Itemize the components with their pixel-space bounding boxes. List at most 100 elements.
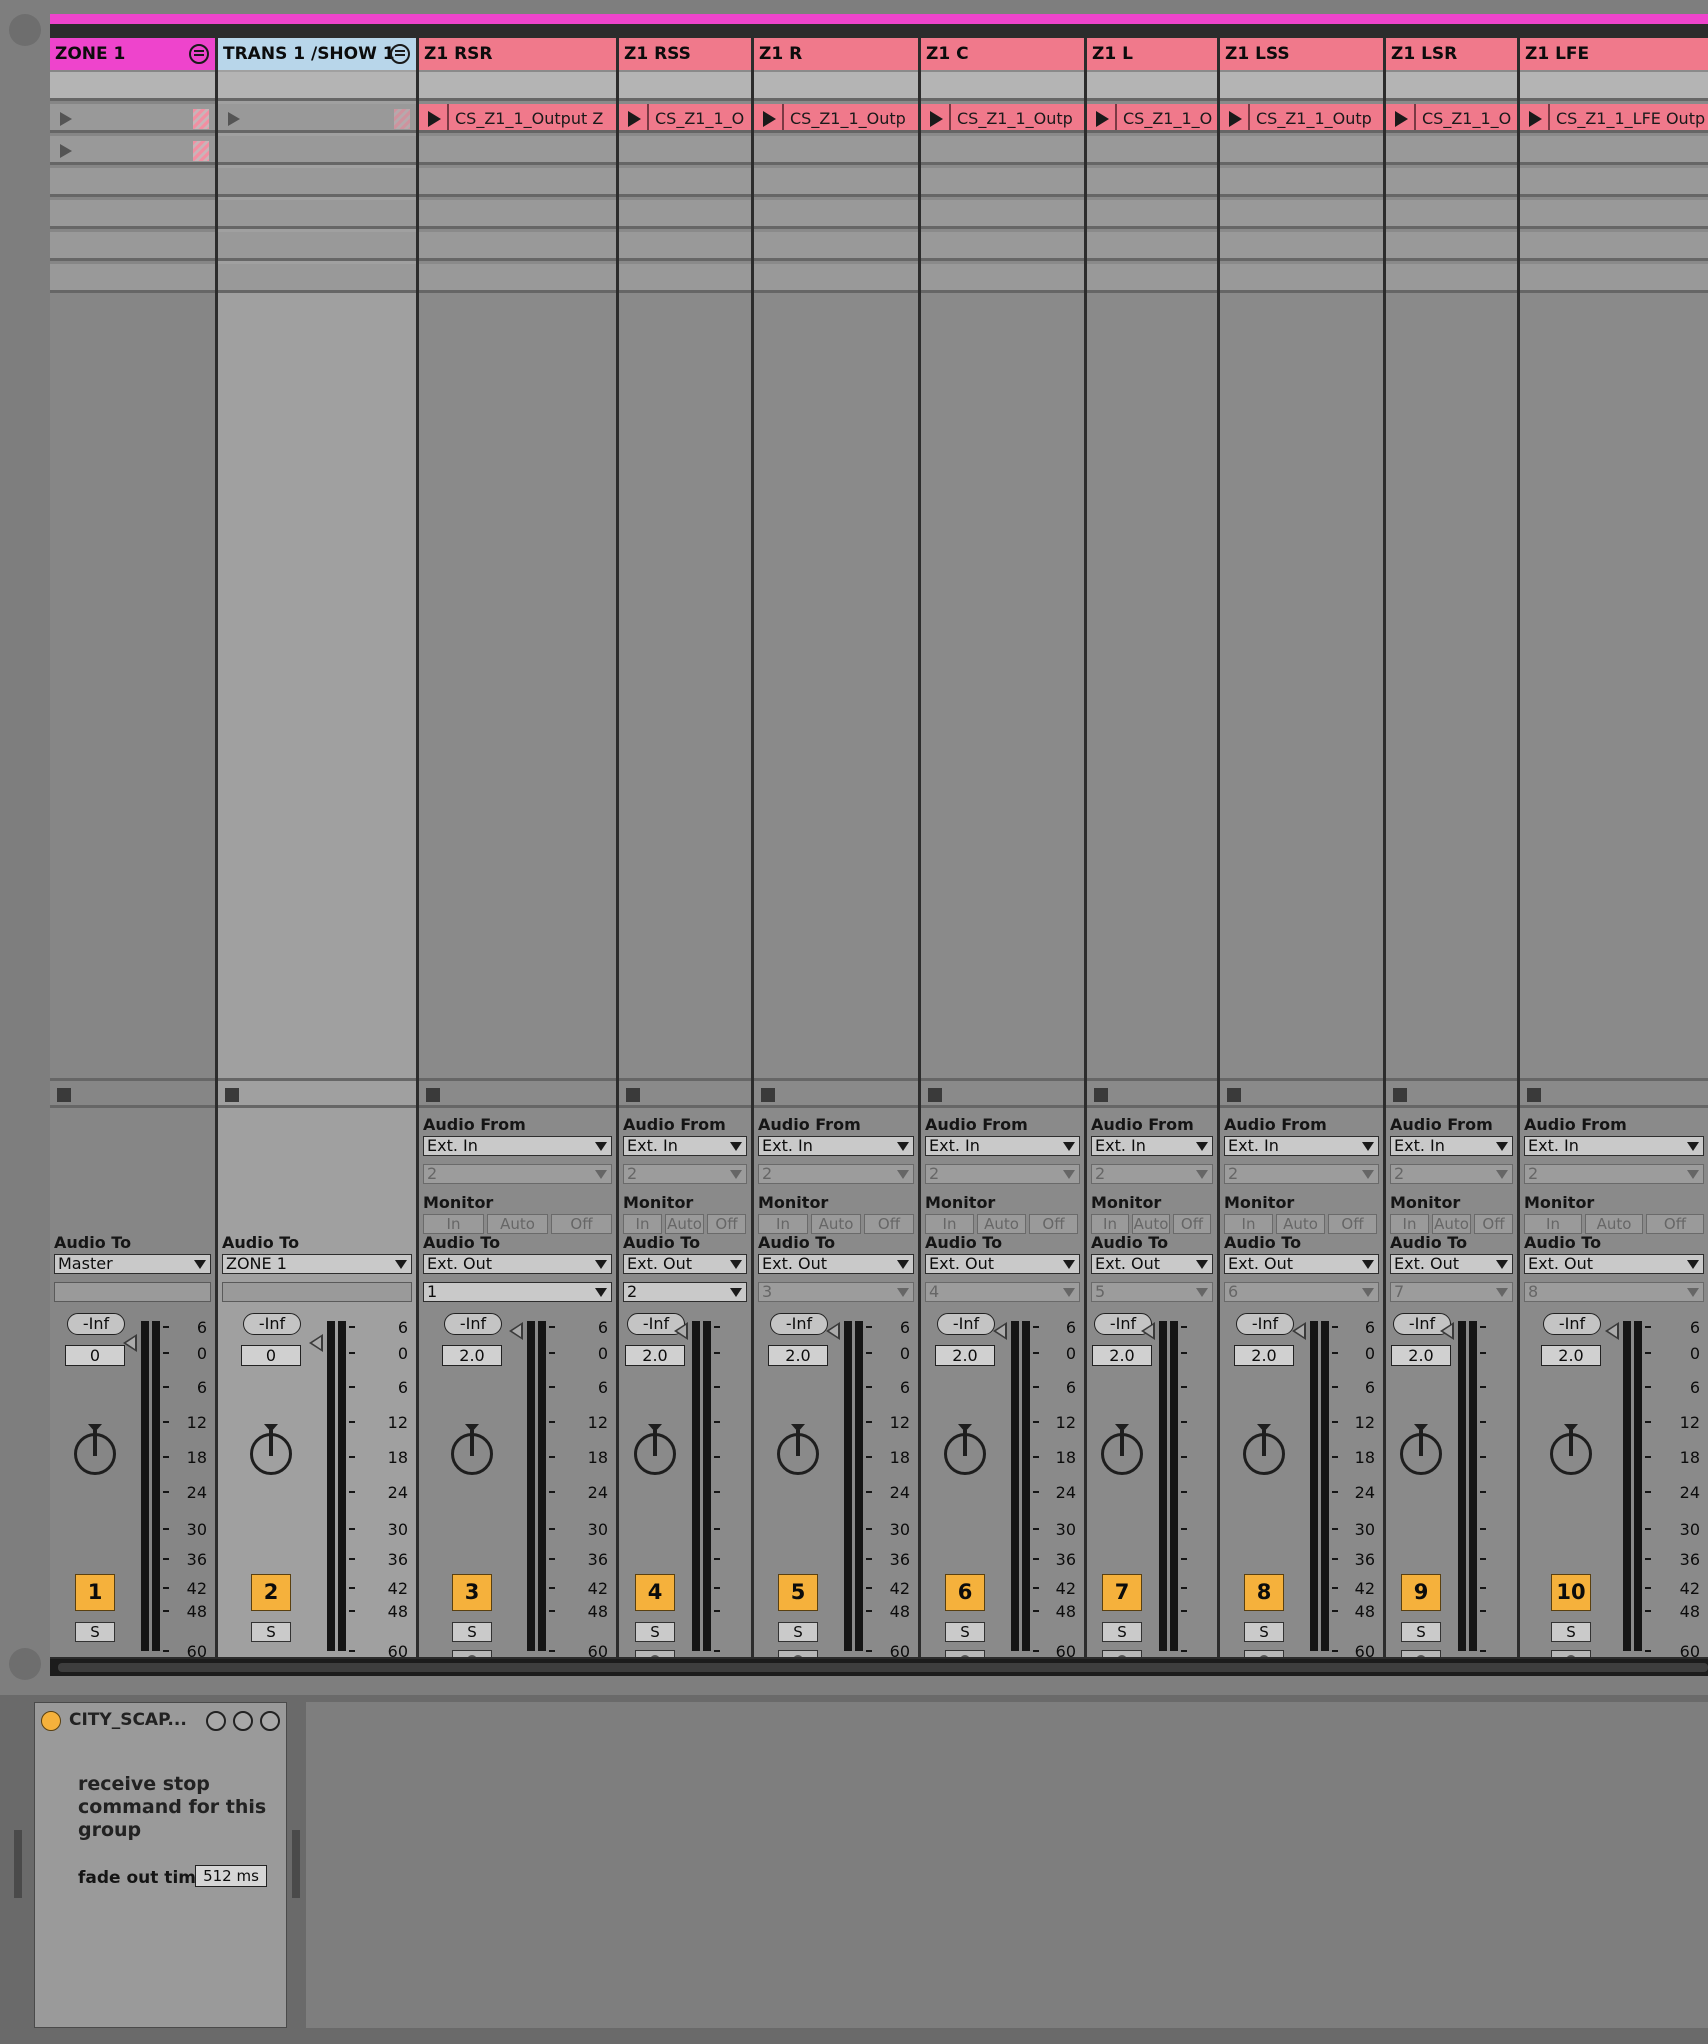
- clip-slot[interactable]: [921, 168, 1084, 197]
- arm-button[interactable]: [1401, 1650, 1441, 1657]
- audio-to-channel-select[interactable]: [54, 1282, 211, 1302]
- clip-slot[interactable]: [1520, 200, 1708, 229]
- volume-display[interactable]: -Inf: [1236, 1313, 1294, 1335]
- volume-display[interactable]: -Inf: [937, 1313, 995, 1335]
- clip-stop-icon[interactable]: [626, 1088, 640, 1102]
- pan-value-field[interactable]: 2.0: [935, 1345, 995, 1366]
- device-window-icon[interactable]: [206, 1711, 226, 1731]
- monitor-in-button[interactable]: In: [623, 1214, 662, 1234]
- clip-stop-icon[interactable]: [928, 1088, 942, 1102]
- audio-from-select[interactable]: Ext. In: [1224, 1136, 1379, 1156]
- clip-slot[interactable]: [1520, 168, 1708, 197]
- clip-slot[interactable]: [50, 168, 215, 197]
- audio-to-channel-select[interactable]: 6: [1224, 1282, 1379, 1302]
- clip-slot[interactable]: [619, 168, 751, 197]
- track-header[interactable]: Z1 LFE: [1520, 38, 1708, 70]
- clip-stop-icon[interactable]: [761, 1088, 775, 1102]
- pan-knob[interactable]: [944, 1430, 986, 1475]
- clip-play-icon[interactable]: [1386, 104, 1416, 130]
- audio-from-channel-select[interactable]: 2: [758, 1164, 914, 1184]
- solo-button[interactable]: S: [75, 1622, 115, 1642]
- clip-slot[interactable]: [50, 104, 215, 133]
- clip-slot[interactable]: [218, 232, 416, 261]
- track-activator-button[interactable]: 7: [1102, 1574, 1142, 1611]
- solo-button[interactable]: S: [635, 1622, 675, 1642]
- volume-fader-arrow[interactable]: [1605, 1322, 1619, 1340]
- device-save-icon[interactable]: [260, 1711, 280, 1731]
- track-activator-button[interactable]: 4: [635, 1574, 675, 1611]
- track-header[interactable]: Z1 C: [921, 38, 1084, 70]
- audio-from-channel-select[interactable]: 2: [1091, 1164, 1213, 1184]
- monitor-auto-button[interactable]: Auto: [665, 1214, 704, 1234]
- pan-knob[interactable]: [250, 1430, 292, 1475]
- monitor-off-button[interactable]: Off: [1474, 1214, 1513, 1234]
- clip[interactable]: CS_Z1_1_Outp: [1220, 104, 1383, 133]
- volume-fader-arrow[interactable]: [309, 1334, 323, 1352]
- audio-to-select[interactable]: ZONE 1: [222, 1254, 412, 1274]
- monitor-in-button[interactable]: In: [925, 1214, 974, 1234]
- clip-play-icon[interactable]: [1087, 104, 1117, 130]
- volume-fader-arrow[interactable]: [509, 1322, 523, 1340]
- clip-stop-icon[interactable]: [57, 1088, 71, 1102]
- clip-slot[interactable]: [1386, 232, 1517, 261]
- clip-slot[interactable]: [619, 264, 751, 293]
- device-view-toggle-icon[interactable]: [9, 1648, 41, 1680]
- clip-slot[interactable]: [1520, 264, 1708, 293]
- monitor-auto-button[interactable]: Auto: [1432, 1214, 1471, 1234]
- audio-to-channel-select[interactable]: 1: [423, 1282, 612, 1302]
- volume-display[interactable]: -Inf: [1543, 1313, 1601, 1335]
- clip-stop-icon[interactable]: [1094, 1088, 1108, 1102]
- track-header[interactable]: TRANS 1 /SHOW 1: [218, 38, 416, 70]
- solo-button[interactable]: S: [945, 1622, 985, 1642]
- audio-to-select[interactable]: Ext. Out: [1091, 1254, 1213, 1274]
- clip-stop-icon[interactable]: [1393, 1088, 1407, 1102]
- audio-to-select[interactable]: Ext. Out: [1224, 1254, 1379, 1274]
- audio-to-select[interactable]: Ext. Out: [623, 1254, 747, 1274]
- clip[interactable]: CS_Z1_1_O: [1087, 104, 1217, 133]
- slot-play-icon[interactable]: [60, 144, 72, 158]
- clip-slot-top[interactable]: [921, 72, 1084, 101]
- clip-slot[interactable]: [1386, 200, 1517, 229]
- track-activator-button[interactable]: 2: [251, 1574, 291, 1611]
- pan-value-field[interactable]: 2.0: [442, 1345, 502, 1366]
- clip-slot[interactable]: [1220, 264, 1383, 293]
- track-header[interactable]: Z1 RSR: [419, 38, 616, 70]
- solo-button[interactable]: S: [251, 1622, 291, 1642]
- clip-slot[interactable]: [419, 232, 616, 261]
- volume-display[interactable]: -Inf: [243, 1313, 301, 1335]
- arm-button[interactable]: [452, 1650, 492, 1657]
- track-activator-button[interactable]: 3: [452, 1574, 492, 1611]
- volume-fader-arrow[interactable]: [1440, 1322, 1454, 1340]
- clip-play-icon[interactable]: [921, 104, 951, 130]
- clip-slot[interactable]: [921, 264, 1084, 293]
- pan-knob[interactable]: [74, 1430, 116, 1475]
- audio-from-select[interactable]: Ext. In: [623, 1136, 747, 1156]
- clip-slot[interactable]: [218, 168, 416, 197]
- monitor-off-button[interactable]: Off: [1646, 1214, 1704, 1234]
- volume-fader-arrow[interactable]: [826, 1322, 840, 1340]
- pan-knob[interactable]: [1550, 1430, 1592, 1475]
- clip-slot[interactable]: [1087, 200, 1217, 229]
- pan-knob[interactable]: [1243, 1430, 1285, 1475]
- pan-value-field[interactable]: 2.0: [1391, 1345, 1451, 1366]
- solo-button[interactable]: S: [1102, 1622, 1142, 1642]
- clip-slot[interactable]: [218, 136, 416, 165]
- monitor-auto-button[interactable]: Auto: [1276, 1214, 1325, 1234]
- pan-value-field[interactable]: 2.0: [1234, 1345, 1294, 1366]
- clip-slot-top[interactable]: [619, 72, 751, 101]
- clip-slot[interactable]: [619, 136, 751, 165]
- clip-slot[interactable]: [1087, 168, 1217, 197]
- solo-button[interactable]: S: [452, 1622, 492, 1642]
- arm-button[interactable]: [945, 1650, 985, 1657]
- pan-value-field[interactable]: 2.0: [625, 1345, 685, 1366]
- track-header[interactable]: ZONE 1: [50, 38, 215, 70]
- clip-slot[interactable]: [1220, 136, 1383, 165]
- audio-from-select[interactable]: Ext. In: [758, 1136, 914, 1156]
- clip-play-icon[interactable]: [754, 104, 784, 130]
- audio-to-channel-select[interactable]: 7: [1390, 1282, 1513, 1302]
- monitor-off-button[interactable]: Off: [1328, 1214, 1377, 1234]
- volume-display[interactable]: -Inf: [67, 1313, 125, 1335]
- pan-knob[interactable]: [1400, 1430, 1442, 1475]
- volume-fader-arrow[interactable]: [123, 1334, 137, 1352]
- arm-button[interactable]: [778, 1650, 818, 1657]
